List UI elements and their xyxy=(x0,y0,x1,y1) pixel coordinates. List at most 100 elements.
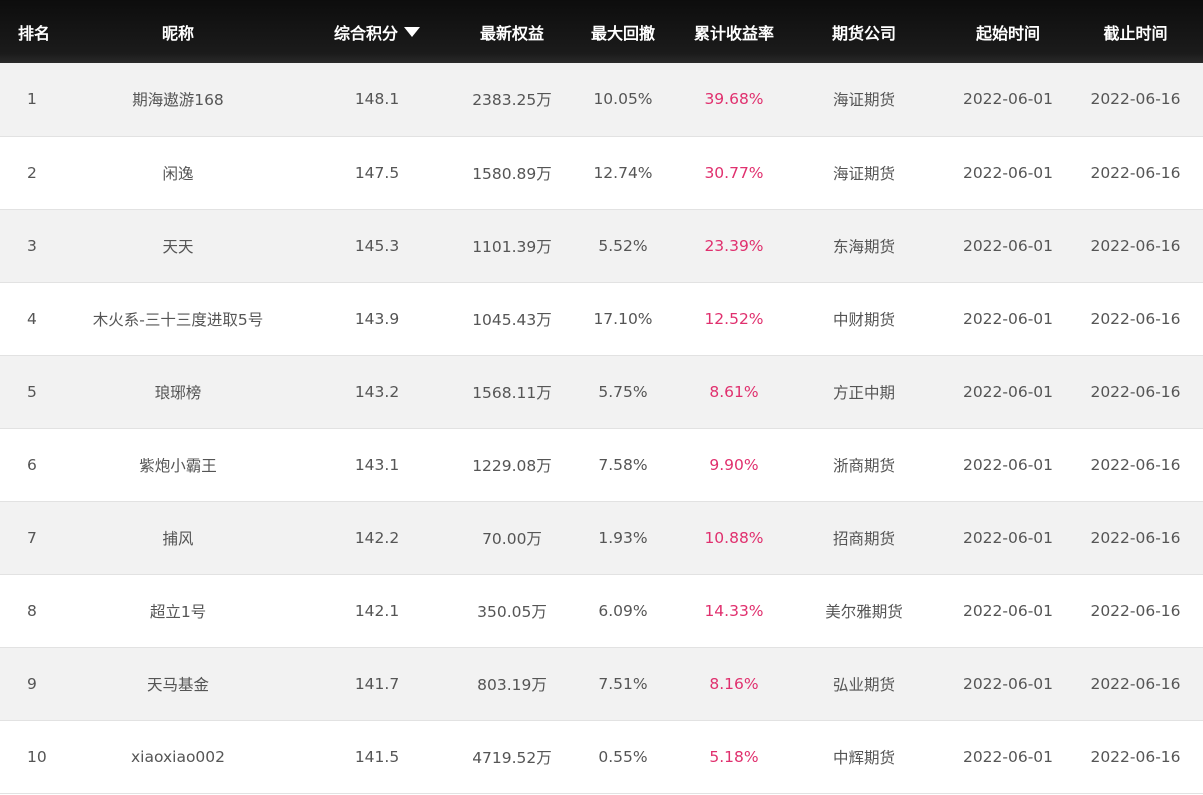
return-cell: 8.16% xyxy=(709,674,759,693)
company-cell: 浙商期货 xyxy=(832,456,895,475)
table-row[interactable]: 10 xiaoxiao002 141.5 4719.52万 0.55% 5.18… xyxy=(0,720,1203,793)
caret-down-icon[interactable] xyxy=(404,26,420,37)
table-row[interactable]: 4 木火系-三十三度进取5号 143.9 1045.43万 17.10% 12.… xyxy=(0,282,1203,355)
equity-cell: 1568.11万 xyxy=(472,383,552,402)
ranking-table: 排名 昵称 综合积分 最新权益 最大回撤 累计收益率 期货公司 起始时间 截止时… xyxy=(0,0,1203,794)
nickname-cell[interactable]: 木火系-三十三度进取5号 xyxy=(68,282,288,355)
table-row[interactable]: 3 天天 145.3 1101.39万 5.52% 23.39% 东海期货 20… xyxy=(0,209,1203,282)
end-date-cell: 2022-06-16 xyxy=(1090,455,1181,474)
table-row[interactable]: 9 天马基金 141.7 803.19万 7.51% 8.16% 弘业期货 20… xyxy=(0,647,1203,720)
start-date-cell: 2022-06-01 xyxy=(962,90,1054,109)
rank-cell: 7 xyxy=(27,528,37,547)
company-cell: 美尔雅期货 xyxy=(825,602,903,621)
end-date-cell: 2022-06-16 xyxy=(1090,674,1181,693)
header-score-label: 综合积分 xyxy=(333,23,398,43)
nickname-cell[interactable]: 期海遨游168 xyxy=(68,63,288,136)
return-cell: 14.33% xyxy=(704,601,764,620)
return-cell: 9.90% xyxy=(709,455,759,474)
nickname-cell[interactable]: 天天 xyxy=(68,209,288,282)
table-row[interactable]: 1 期海遨游168 148.1 2383.25万 10.05% 39.68% 海… xyxy=(0,63,1203,136)
start-date-cell: 2022-06-01 xyxy=(962,528,1054,547)
return-cell: 23.39% xyxy=(704,236,764,255)
score-cell: 141.5 xyxy=(354,747,400,766)
end-date-cell: 2022-06-16 xyxy=(1090,309,1181,328)
table-row[interactable]: 2 闲逸 147.5 1580.89万 12.74% 30.77% 海证期货 2… xyxy=(0,136,1203,209)
end-date-cell: 2022-06-16 xyxy=(1090,236,1181,255)
score-cell: 141.7 xyxy=(354,674,400,693)
start-date-cell: 2022-06-01 xyxy=(962,747,1054,766)
header-rank[interactable]: 排名 xyxy=(0,0,68,63)
start-date-cell: 2022-06-01 xyxy=(962,455,1054,474)
header-return[interactable]: 累计收益率 xyxy=(688,0,780,63)
company-cell: 海证期货 xyxy=(832,91,895,110)
equity-cell: 1101.39万 xyxy=(472,237,552,256)
return-cell: 30.77% xyxy=(704,163,764,182)
return-cell: 10.88% xyxy=(704,528,764,547)
drawdown-cell: 7.58% xyxy=(598,455,648,474)
table-body: 1 期海遨游168 148.1 2383.25万 10.05% 39.68% 海… xyxy=(0,63,1203,793)
header-score[interactable]: 综合积分 xyxy=(288,0,466,63)
nickname-cell[interactable]: 紫炮小霸王 xyxy=(68,428,288,501)
rank-cell: 9 xyxy=(27,674,37,693)
company-cell: 中辉期货 xyxy=(832,748,895,767)
end-date-cell: 2022-06-16 xyxy=(1090,601,1181,620)
header-equity[interactable]: 最新权益 xyxy=(466,0,558,63)
company-cell: 招商期货 xyxy=(832,529,895,548)
drawdown-cell: 5.75% xyxy=(598,382,648,401)
table-row[interactable]: 7 捕风 142.2 70.00万 1.93% 10.88% 招商期货 2022… xyxy=(0,501,1203,574)
header-end[interactable]: 截止时间 xyxy=(1068,0,1203,63)
company-cell: 方正中期 xyxy=(832,383,895,402)
table-header: 排名 昵称 综合积分 最新权益 最大回撤 累计收益率 期货公司 起始时间 截止时… xyxy=(0,0,1203,63)
score-cell: 142.1 xyxy=(354,601,400,620)
score-cell: 142.2 xyxy=(354,528,400,547)
drawdown-cell: 12.74% xyxy=(593,163,653,182)
equity-cell: 1229.08万 xyxy=(472,456,552,475)
table-row[interactable]: 5 琅琊榜 143.2 1568.11万 5.75% 8.61% 方正中期 20… xyxy=(0,355,1203,428)
nickname-cell[interactable]: 天马基金 xyxy=(68,647,288,720)
rank-cell: 10 xyxy=(27,747,47,766)
rank-cell: 6 xyxy=(27,455,37,474)
score-cell: 143.2 xyxy=(354,382,400,401)
end-date-cell: 2022-06-16 xyxy=(1090,382,1181,401)
equity-cell: 1580.89万 xyxy=(472,164,552,183)
drawdown-cell: 7.51% xyxy=(598,674,648,693)
nickname-cell[interactable]: 琅琊榜 xyxy=(68,355,288,428)
rank-cell: 3 xyxy=(27,236,37,255)
drawdown-cell: 0.55% xyxy=(598,747,648,766)
company-cell: 弘业期货 xyxy=(832,675,895,694)
nickname-cell[interactable]: 捕风 xyxy=(68,501,288,574)
nickname-cell[interactable]: 闲逸 xyxy=(68,136,288,209)
rank-cell: 1 xyxy=(27,90,37,109)
return-cell: 8.61% xyxy=(709,382,759,401)
start-date-cell: 2022-06-01 xyxy=(962,236,1054,255)
end-date-cell: 2022-06-16 xyxy=(1090,528,1181,547)
company-cell: 中财期货 xyxy=(832,310,895,329)
table-row[interactable]: 6 紫炮小霸王 143.1 1229.08万 7.58% 9.90% 浙商期货 … xyxy=(0,428,1203,501)
rank-cell: 2 xyxy=(27,163,37,182)
drawdown-cell: 17.10% xyxy=(593,309,653,328)
drawdown-cell: 6.09% xyxy=(598,601,648,620)
header-drawdown[interactable]: 最大回撤 xyxy=(558,0,688,63)
header-start[interactable]: 起始时间 xyxy=(948,0,1068,63)
start-date-cell: 2022-06-01 xyxy=(962,382,1054,401)
start-date-cell: 2022-06-01 xyxy=(962,309,1054,328)
company-cell: 海证期货 xyxy=(832,164,895,183)
nickname-cell[interactable]: xiaoxiao002 xyxy=(68,720,288,793)
start-date-cell: 2022-06-01 xyxy=(962,163,1054,182)
equity-cell: 70.00万 xyxy=(482,529,542,548)
header-company[interactable]: 期货公司 xyxy=(780,0,948,63)
equity-cell: 803.19万 xyxy=(477,675,547,694)
drawdown-cell: 10.05% xyxy=(593,90,653,109)
return-cell: 12.52% xyxy=(704,309,764,328)
header-nickname[interactable]: 昵称 xyxy=(68,0,288,63)
score-cell: 147.5 xyxy=(354,163,400,182)
table-row[interactable]: 8 超立1号 142.1 350.05万 6.09% 14.33% 美尔雅期货 … xyxy=(0,574,1203,647)
nickname-cell[interactable]: 超立1号 xyxy=(68,574,288,647)
score-cell: 148.1 xyxy=(354,90,400,109)
equity-cell: 1045.43万 xyxy=(472,310,552,329)
rank-cell: 8 xyxy=(27,601,37,620)
score-cell: 143.9 xyxy=(354,309,400,328)
end-date-cell: 2022-06-16 xyxy=(1090,90,1181,109)
drawdown-cell: 5.52% xyxy=(598,236,648,255)
rank-cell: 4 xyxy=(27,309,37,328)
